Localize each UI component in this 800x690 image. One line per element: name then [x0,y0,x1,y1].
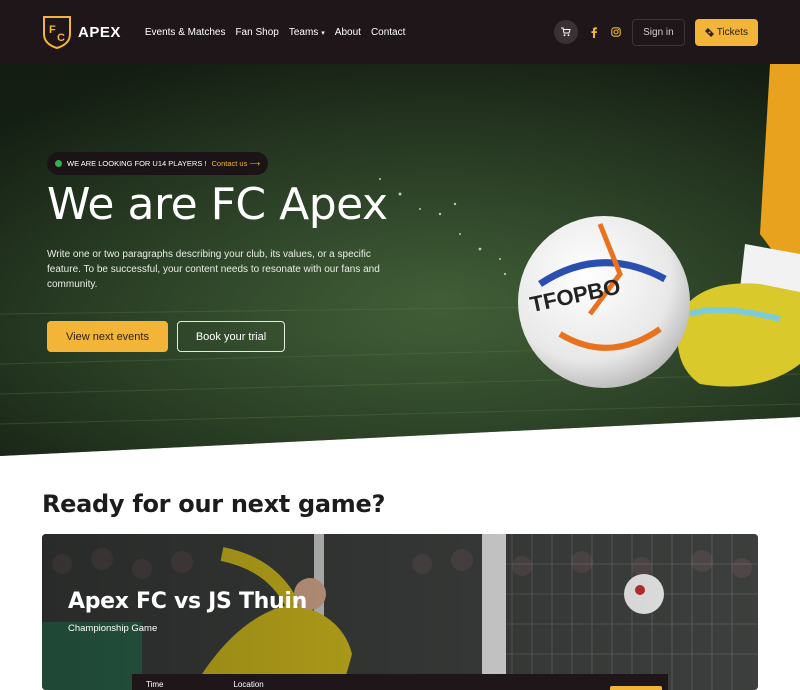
chevron-down-icon: ▾ [321,29,325,37]
instagram-icon [611,27,621,37]
svg-text:F: F [49,24,56,36]
match-info-bar: Time Location [132,674,668,690]
cart-icon [561,27,571,37]
recruitment-announcement: WE ARE LOOKING FOR U14 PLAYERS ! Contact… [47,152,269,175]
nav-link-contact[interactable]: Contact [371,27,405,38]
nav-link-about[interactable]: About [335,27,361,38]
match-time-label: Time [146,680,164,689]
fc-crest-logo: F C [43,16,71,50]
facebook-link[interactable] [588,26,600,38]
book-your-trial-button[interactable]: Book your trial [177,321,285,352]
nav-actions: Sign in Tickets [554,18,758,46]
sign-in-button[interactable]: Sign in [632,18,685,46]
svg-text:C: C [57,32,65,44]
next-game-heading: Ready for our next game? [42,490,386,518]
match-subtitle: Championship Game [68,623,158,634]
nav-link-teams[interactable]: Teams ▾ [289,27,325,38]
page: F C APEX Events & Matches Fan Shop Teams… [0,0,800,690]
view-next-events-button[interactable]: View next events [47,321,168,352]
tickets-button-label: Tickets [716,26,748,38]
match-title: Apex FC vs JS Thuin [68,589,307,614]
hero-title: We are FC Apex [47,179,388,230]
instagram-link[interactable] [610,26,622,38]
match-ticket-button[interactable] [610,686,662,690]
contact-us-link[interactable]: Contact us ⟶ [211,159,260,168]
tickets-button[interactable]: Tickets [694,18,758,46]
facebook-icon [591,26,598,38]
nav-links: Events & Matches Fan Shop Teams ▾ About C… [145,27,406,38]
announcement-text: WE ARE LOOKING FOR U14 PLAYERS ! [67,159,207,168]
ticket-icon [704,27,714,37]
status-dot [55,160,62,167]
brand-name: APEX [78,23,121,41]
hero-section: TFOPBO WE ARE LOOKING FOR U14 PLAYERS ! … [0,64,800,456]
nav-link-fan-shop[interactable]: Fan Shop [235,27,278,38]
next-game-card[interactable]: Apex FC vs JS Thuin Championship Game Ti… [42,534,758,690]
match-location-label: Location [233,680,264,689]
nav-link-events-matches[interactable]: Events & Matches [145,27,226,38]
navbar: F C APEX Events & Matches Fan Shop Teams… [0,0,800,64]
cart-button[interactable] [554,20,579,44]
brand[interactable]: F C APEX [42,14,121,50]
nav-link-teams-label: Teams [288,26,319,38]
hero-description: Write one or two paragraphs describing y… [47,249,380,290]
